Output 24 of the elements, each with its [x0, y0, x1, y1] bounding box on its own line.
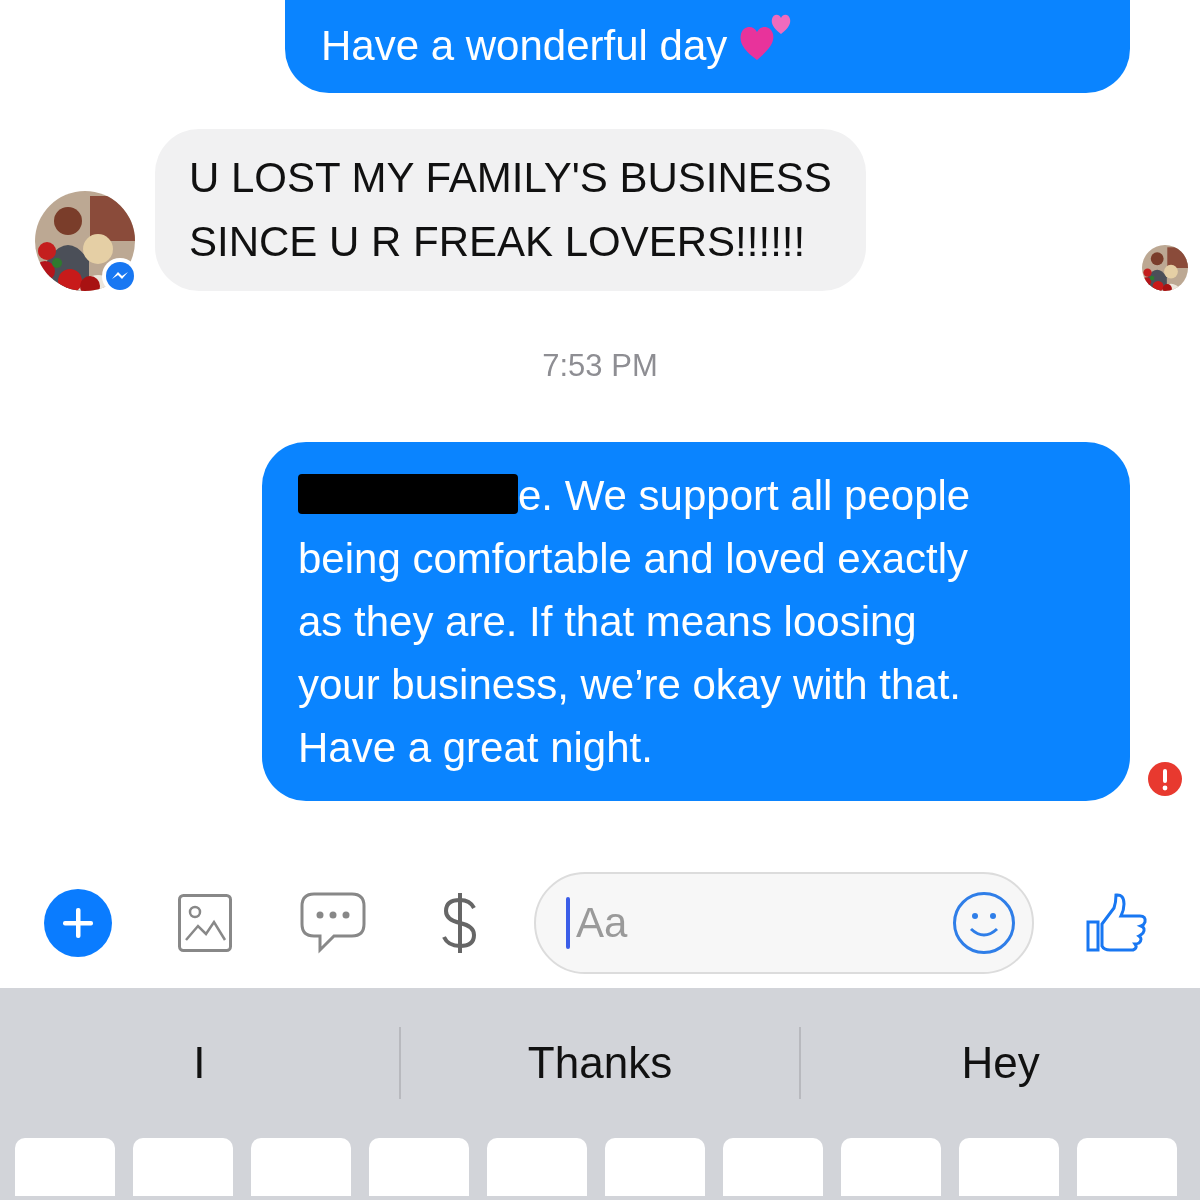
keyboard-key[interactable] — [487, 1138, 587, 1196]
keyboard-key[interactable] — [841, 1138, 941, 1196]
suggestion[interactable]: Thanks — [527, 1038, 673, 1087]
smiley-icon[interactable] — [952, 891, 1016, 955]
keyboard-key[interactable] — [723, 1138, 823, 1196]
message-text: e. We support all people being comfortable and loved exactly as they are. If that means loosing your business, we’re okay with that. Have a great night. — [298, 471, 971, 771]
image-icon[interactable] — [178, 894, 232, 952]
keyboard-key[interactable] — [133, 1138, 233, 1196]
suggestion[interactable]: I — [193, 1038, 206, 1087]
message-field[interactable]: Aa — [534, 872, 1034, 974]
message-text: Have a wonderful day — [321, 22, 728, 69]
chat-bubble-icon[interactable] — [300, 892, 366, 954]
keyboard-key[interactable] — [251, 1138, 351, 1196]
timestamp: 7:53 PM — [542, 348, 658, 383]
thumbs-up-icon[interactable] — [1086, 892, 1148, 954]
keyboard-key[interactable] — [369, 1138, 469, 1196]
suggestion[interactable]: Hey — [961, 1038, 1040, 1087]
message-text: U LOST MY FAMILY'S BUSINESS SINCE U R FREAK LOVERS!!!!!! — [189, 154, 832, 265]
keyboard-key[interactable] — [1077, 1138, 1177, 1196]
keyboard-key[interactable] — [15, 1138, 115, 1196]
keyboard-key[interactable] — [959, 1138, 1059, 1196]
text-cursor — [566, 897, 570, 949]
keyboard-key[interactable] — [605, 1138, 705, 1196]
add-icon[interactable] — [44, 889, 112, 957]
